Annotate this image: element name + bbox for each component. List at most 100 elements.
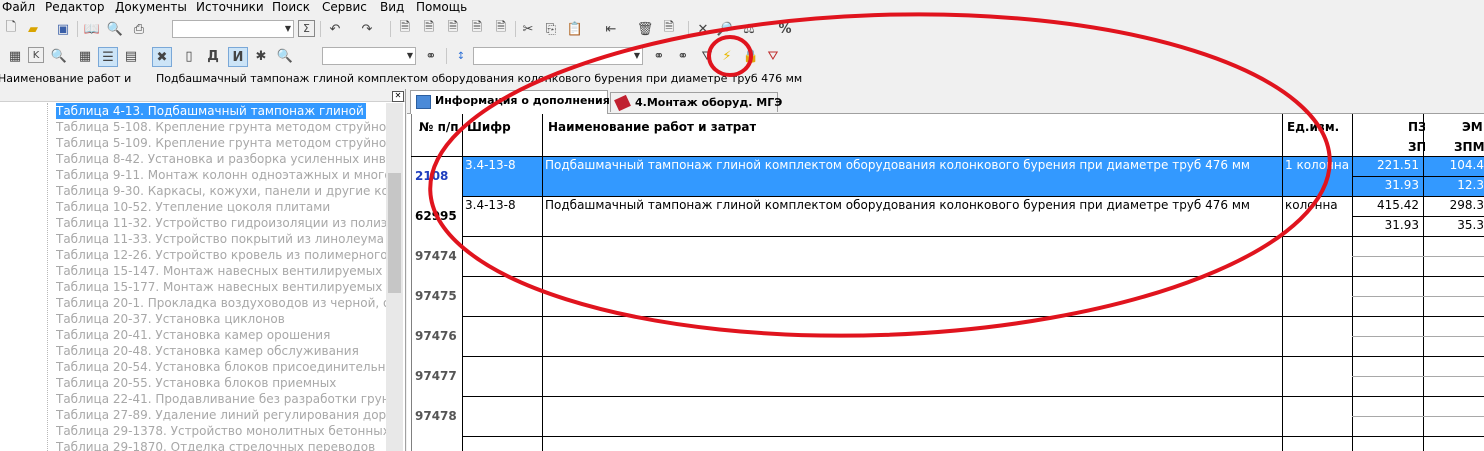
row-zpm[interactable]: 12.3 <box>1425 178 1484 192</box>
find-next-icon[interactable]: ⚭ <box>674 47 692 65</box>
row-em[interactable]: 298.3 <box>1425 198 1484 212</box>
copy-icon[interactable]: ⎘ <box>542 20 560 38</box>
tree-item[interactable]: Таблица 15-177. Монтаж навесных вентилир… <box>56 279 386 295</box>
menu-editor[interactable]: Редактор <box>45 0 104 14</box>
percent-button[interactable]: % <box>776 20 794 38</box>
row-num[interactable]: 97474 <box>415 249 457 263</box>
col-header-name[interactable]: Наименование работ и затрат <box>548 120 756 134</box>
tree-item[interactable]: Таблица 5-108. Крепление грунта методом … <box>56 119 386 135</box>
k-icon[interactable]: K <box>28 47 44 63</box>
tree-item[interactable]: Таблица 27-89. Удаление линий регулирова… <box>56 407 386 423</box>
menu-view[interactable]: Вид <box>380 0 404 14</box>
close-panel-icon[interactable]: ✕ <box>392 91 404 102</box>
menu-search[interactable]: Поиск <box>272 0 310 14</box>
row-pz[interactable]: 221.51 <box>1355 158 1419 172</box>
row-pz[interactable]: 415.42 <box>1355 198 1419 212</box>
binoculars-icon[interactable]: ⚭ <box>422 47 440 65</box>
undo-icon[interactable]: ↶ <box>326 20 344 38</box>
lock-icon[interactable]: 🔒 <box>742 47 760 65</box>
menu-documents[interactable]: Документы <box>115 0 187 14</box>
menu-service[interactable]: Сервис <box>322 0 367 14</box>
tree-scrollbar[interactable] <box>386 103 403 451</box>
panel-left-icon[interactable]: ▯ <box>180 47 198 65</box>
balance-icon[interactable]: ⚖ <box>740 20 758 38</box>
tree-item[interactable]: Таблица 15-147. Монтаж навесных вентилир… <box>56 263 386 279</box>
col-header-zpm[interactable]: ЗПМ <box>1454 140 1484 154</box>
print-icon[interactable]: ⎙ <box>130 20 148 38</box>
doc-tool-2-icon[interactable]: 🗎 <box>420 20 438 38</box>
cut-icon[interactable]: ✂ <box>519 20 537 38</box>
row-num[interactable]: 62995 <box>415 209 457 223</box>
redo-icon[interactable]: ↷ <box>358 20 376 38</box>
row-zp[interactable]: 31.93 <box>1355 178 1419 192</box>
filter-icon[interactable]: ⛛ <box>698 47 716 65</box>
sort-az-icon[interactable]: ↕ <box>452 47 470 65</box>
row-num[interactable]: 97478 <box>415 409 457 423</box>
tree-item[interactable]: Таблица 20-54. Установка блоков присоеди… <box>56 359 386 375</box>
filter-combo[interactable]: ▼ <box>473 47 643 65</box>
delete-icon[interactable]: 🗑 <box>636 20 654 38</box>
tab-mounting[interactable]: 4.Монтаж оборуд. МГЭ <box>610 92 782 112</box>
col-header-unit[interactable]: Ед.изм. <box>1287 120 1339 134</box>
works-table[interactable]: № п/п Шифр Наименование работ и затрат Е… <box>407 114 1484 451</box>
col-header-em[interactable]: ЭМ <box>1462 120 1483 134</box>
tree-item[interactable]: Таблица 8-42. Установка и разборка усиле… <box>56 151 386 167</box>
indent-icon[interactable]: ⇤ <box>602 20 620 38</box>
open-folder-icon[interactable]: ▰ <box>24 20 42 38</box>
row-num[interactable]: 97476 <box>415 329 457 343</box>
tab-additions-info[interactable]: Информация о дополнениях <box>410 90 617 114</box>
doc-tool-3-icon[interactable]: 🗎 <box>444 20 462 38</box>
zoom-icon[interactable]: 🔍 <box>50 47 68 65</box>
multiply-icon[interactable]: ✕ <box>694 20 712 38</box>
tree-item[interactable]: Таблица 20-48. Установка камер обслужива… <box>56 343 386 359</box>
col-header-zp[interactable]: ЗП <box>1408 140 1425 154</box>
tree-item[interactable]: Таблица 20-41. Установка камер орошения <box>56 327 386 343</box>
tree-item[interactable]: Таблица 5-109. Крепление грунта методом … <box>56 135 386 151</box>
col-header-num[interactable]: № п/п <box>419 120 459 134</box>
wrench-icon[interactable]: ✱ <box>252 47 270 65</box>
clear-filter-icon[interactable]: ⛛ <box>764 47 782 65</box>
row-zpm[interactable]: 35.3 <box>1425 218 1484 232</box>
tree-item[interactable]: Таблица 4-13. Подбашмачный тампонаж глин… <box>56 103 366 119</box>
col-header-pz[interactable]: ПЗ <box>1408 120 1425 134</box>
row-name[interactable]: Подбашмачный тампонаж глиной комплектом … <box>545 198 1280 212</box>
row-num[interactable]: 97477 <box>415 369 457 383</box>
tree-item[interactable]: Таблица 12-26. Устройство кровель из пол… <box>56 247 386 263</box>
row-num[interactable]: 2108 <box>415 169 448 183</box>
tree-item[interactable]: Таблица 29-1378. Устройство монолитных б… <box>56 423 386 439</box>
book-icon[interactable]: 📖 <box>83 20 101 38</box>
row-name[interactable]: Подбашмачный тампонаж глиной комплектом … <box>545 158 1280 172</box>
doc-tool-5-icon[interactable]: 🗎 <box>492 20 510 38</box>
tree-view[interactable]: Таблица 4-13. Подбашмачный тампонаж глин… <box>0 103 386 451</box>
tree-item[interactable]: Таблица 20-1. Прокладка воздуховодов из … <box>56 295 386 311</box>
tree-scrollbar-thumb[interactable] <box>388 173 401 293</box>
table-color-icon[interactable]: ▦ <box>76 47 94 65</box>
tree-item[interactable]: Таблица 22-41. Продавливание без разрабо… <box>56 391 386 407</box>
find-icon[interactable]: 🔍 <box>276 47 294 65</box>
tree-item[interactable]: Таблица 20-37. Установка циклонов <box>56 311 386 327</box>
tree-item[interactable]: Таблица 9-30. Каркасы, кожухи, панели и … <box>56 183 386 199</box>
style-combo[interactable]: ▼ <box>172 20 294 38</box>
menu-sources[interactable]: Источники <box>196 0 264 14</box>
search-doc-icon[interactable]: 🔎 <box>716 20 734 38</box>
new-document-icon[interactable]: 🗋 <box>2 20 20 38</box>
table-edit-icon[interactable]: ▦ <box>6 47 24 65</box>
save-icon[interactable]: ▣ <box>54 20 72 38</box>
doc-list-icon[interactable]: ▤ <box>122 47 140 65</box>
row-code[interactable]: 3.4-13-8 <box>465 198 516 212</box>
doc-tool-1-icon[interactable]: 🗎 <box>396 20 414 38</box>
col-header-code[interactable]: Шифр <box>467 120 511 134</box>
quick-filter-icon[interactable]: ⚡ <box>718 47 736 65</box>
tree-item[interactable]: Таблица 11-32. Устройство гидроизоляции … <box>56 215 386 231</box>
tree-item[interactable]: Таблица 11-33. Устройство покрытий из ли… <box>56 231 386 247</box>
row-unit[interactable]: 1 колонна <box>1285 158 1351 172</box>
i-icon[interactable]: И <box>228 47 248 67</box>
row-em[interactable]: 104.4 <box>1425 158 1484 172</box>
sum-button[interactable]: Σ <box>298 20 315 37</box>
menu-file[interactable]: Файл <box>2 0 35 14</box>
row-code[interactable]: 3.4-13-8 <box>465 158 516 172</box>
row-zp[interactable]: 31.93 <box>1355 218 1419 232</box>
list-view-icon[interactable]: ☰ <box>98 47 118 67</box>
tools-icon[interactable]: ✖ <box>152 47 172 67</box>
row-unit[interactable]: колонна <box>1285 198 1351 212</box>
